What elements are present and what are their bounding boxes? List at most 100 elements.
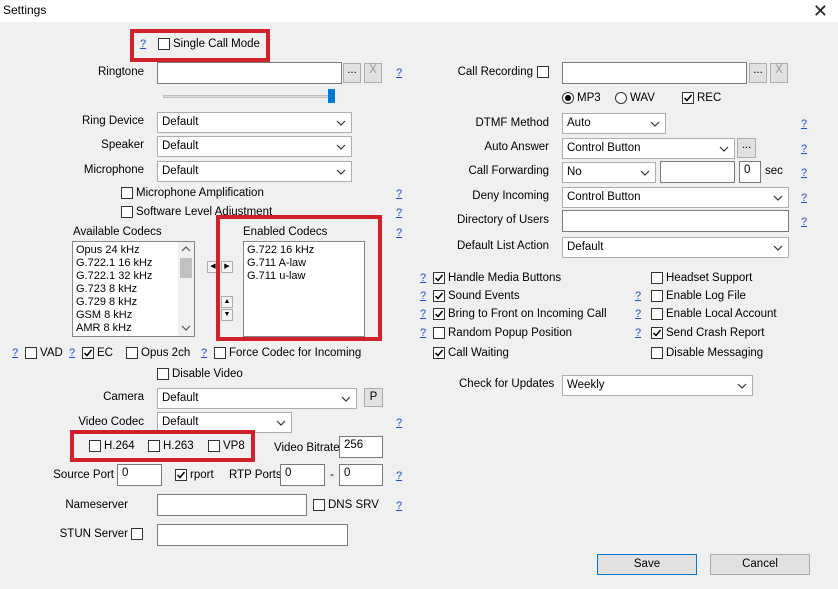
random-popup-checkbox[interactable] [433,327,445,339]
microphone-dropdown[interactable]: Default [157,161,352,182]
help-link[interactable]: ? [396,67,402,79]
help-link[interactable]: ? [396,188,402,200]
rtp-port-to-field[interactable]: 0 [339,464,383,486]
list-item[interactable]: G.729 8 kHz [76,296,137,308]
help-link[interactable]: ? [801,118,807,130]
call-forwarding-delay-field[interactable]: 0 [739,161,761,183]
scrollbar[interactable] [178,242,194,336]
disable-video-checkbox[interactable] [157,368,169,380]
help-link[interactable]: ? [801,167,807,179]
h264-checkbox[interactable] [89,440,101,452]
ringtone-field[interactable] [157,62,342,84]
help-link[interactable]: ? [801,143,807,155]
check-for-updates-dropdown[interactable]: Weekly [562,375,753,396]
bring-to-front-checkbox[interactable] [433,308,445,320]
force-codec-checkbox[interactable] [214,347,226,359]
chevron-down-icon [336,144,346,150]
help-link[interactable]: ? [420,327,426,339]
save-button[interactable]: Save [597,554,697,575]
dtmf-method-dropdown[interactable]: Auto [562,113,666,134]
enable-log-file-checkbox[interactable] [651,290,663,302]
nameserver-field[interactable] [157,494,307,516]
help-link[interactable]: ? [635,308,641,320]
help-link[interactable]: ? [396,470,402,482]
check-icon [434,274,444,282]
ringtone-label: Ringtone [97,66,144,78]
call-forwarding-target-field[interactable] [660,161,735,183]
ringtone-volume-slider[interactable] [163,95,333,98]
sound-events-label: Sound Events [448,290,520,302]
sound-events-checkbox[interactable] [433,290,445,302]
video-bitrate-field[interactable]: 256 [339,436,383,458]
list-item[interactable]: AMR 8 kHz [76,322,132,334]
default-list-action-dropdown[interactable]: Default [562,237,789,258]
cancel-button[interactable]: Cancel [710,554,810,575]
ringtone-browse-button[interactable]: ... [343,63,361,83]
list-item[interactable]: G.722.1 16 kHz [76,257,152,269]
send-crash-report-checkbox[interactable] [651,327,663,339]
help-link[interactable]: ? [801,192,807,204]
list-item[interactable]: G.722.1 32 kHz [76,270,152,282]
camera-preview-button[interactable]: P [364,388,383,407]
stun-server-field[interactable] [157,524,348,546]
ring-device-dropdown[interactable]: Default [157,112,352,133]
dtmf-method-label: DTMF Method [475,117,550,129]
deny-incoming-dropdown[interactable]: Control Button [562,187,789,208]
mic-amplification-checkbox[interactable] [121,187,133,199]
list-item[interactable]: Opus 24 kHz [76,244,140,256]
list-item[interactable]: G.723 8 kHz [76,283,137,295]
ec-label: EC [97,347,113,359]
close-icon[interactable]: ✕ [813,0,828,22]
help-link[interactable]: ? [635,290,641,302]
help-link[interactable]: ? [396,207,402,219]
title-bar: Settings ✕ [0,0,838,22]
help-link[interactable]: ? [12,347,18,359]
auto-answer-options-button[interactable]: ... [737,138,756,158]
call-forwarding-dropdown[interactable]: No [562,162,656,183]
help-link[interactable]: ? [635,327,641,339]
headset-support-checkbox[interactable] [651,272,663,284]
scrollbar-thumb[interactable] [180,258,192,278]
dns-srv-checkbox[interactable] [313,499,325,511]
call-waiting-checkbox[interactable] [433,347,445,359]
opus-2ch-checkbox[interactable] [126,347,138,359]
wav-radio[interactable] [615,92,627,104]
help-link[interactable]: ? [396,500,402,512]
vad-checkbox[interactable] [25,347,37,359]
help-link[interactable]: ? [801,216,807,228]
call-recording-checkbox[interactable] [537,66,549,78]
auto-answer-dropdown[interactable]: Control Button [562,138,735,159]
call-recording-path-field[interactable] [562,62,747,84]
list-item[interactable]: GSM 8 kHz [76,309,132,321]
help-link[interactable]: ? [420,272,426,284]
speaker-dropdown[interactable]: Default [157,136,352,157]
disable-messaging-checkbox[interactable] [651,347,663,359]
nameserver-label: Nameserver [65,499,128,511]
ec-checkbox[interactable] [82,347,94,359]
help-link[interactable]: ? [396,417,402,429]
software-level-checkbox[interactable] [121,206,133,218]
directory-of-users-field[interactable] [562,210,789,232]
help-link[interactable]: ? [396,227,402,239]
rtp-port-from-field[interactable]: 0 [280,464,325,486]
help-link[interactable]: ? [69,347,75,359]
enable-local-account-checkbox[interactable] [651,308,663,320]
recording-clear-button[interactable]: X [770,63,788,83]
rec-checkbox[interactable] [682,92,694,104]
stun-server-checkbox[interactable] [131,528,143,540]
ringtone-volume-thumb[interactable] [328,89,335,103]
rport-checkbox[interactable] [175,469,187,481]
help-link[interactable]: ? [420,290,426,302]
ringtone-clear-button[interactable]: X [364,63,382,83]
vp8-checkbox[interactable] [208,440,220,452]
handle-media-buttons-checkbox[interactable] [433,272,445,284]
h263-checkbox[interactable] [148,440,160,452]
mp3-radio[interactable] [562,92,574,104]
help-link[interactable]: ? [201,347,207,359]
recording-browse-button[interactable]: ... [749,63,767,83]
camera-dropdown[interactable]: Default [157,388,357,409]
source-port-field[interactable]: 0 [117,464,162,486]
help-link[interactable]: ? [420,308,426,320]
available-codecs-list[interactable]: Opus 24 kHz G.722.1 16 kHz G.722.1 32 kH… [72,241,195,337]
rport-label: rport [190,469,214,481]
